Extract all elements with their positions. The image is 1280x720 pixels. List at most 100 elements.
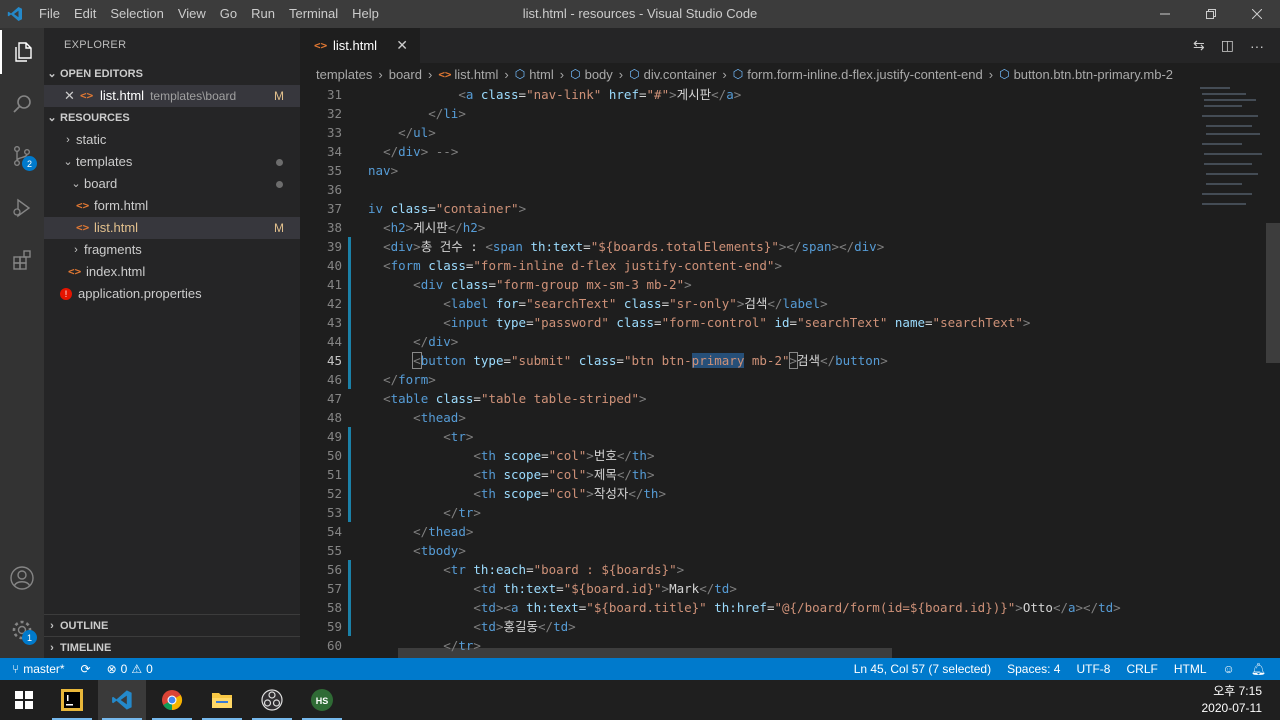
resources-header[interactable]: ⌄ RESOURCES [44,107,300,129]
line-number: 53 [326,505,342,520]
open-editor-item[interactable]: ✕ <> list.html templates\board M [44,85,300,107]
obs-app-icon[interactable] [248,680,296,720]
chrome-app-icon[interactable] [148,680,196,720]
menu-go[interactable]: Go [213,0,244,28]
menu-view[interactable]: View [171,0,213,28]
menu-bar: File Edit Selection View Go Run Terminal… [32,0,386,28]
code-line: <td><a th:text="${board.title}" th:href=… [473,600,1121,615]
git-change-marker [348,617,351,636]
account-icon[interactable] [0,556,44,600]
breadcrumb-item[interactable]: board [389,67,422,82]
breadcrumb-item[interactable]: div.container [644,67,717,82]
html-file-icon: <> [76,199,90,212]
html-file-icon: <> [80,89,94,102]
git-change-marker [348,579,351,598]
eol-status[interactable]: CRLF [1118,662,1165,676]
git-change-marker [348,560,351,579]
menu-file[interactable]: File [32,0,67,28]
breadcrumb-item[interactable]: html [529,67,554,82]
language-mode[interactable]: HTML [1166,662,1215,676]
code-line: <h2>게시판</h2> [383,220,486,235]
menu-terminal[interactable]: Terminal [282,0,345,28]
close-window-button[interactable] [1234,0,1280,28]
explorer-files-icon[interactable] [0,30,44,74]
editor-actions: ⇆ ◫ ··· [1193,28,1264,63]
outline-header[interactable]: › OUTLINE [44,614,300,636]
open-changes-icon[interactable]: ⇆ [1193,37,1205,54]
breadcrumb-item[interactable]: templates [316,67,372,82]
tree-label: templates [76,154,133,169]
outline-label: OUTLINE [60,619,109,632]
source-control-icon[interactable]: 2 [0,134,44,178]
code-editor[interactable]: 31 <a class="nav-link" href="#">게시판</a> … [300,85,1280,658]
tree-item-index-html[interactable]: <> index.html [44,261,300,283]
menu-edit[interactable]: Edit [67,0,103,28]
code-line: <button type="submit" class="btn btn-pri… [412,352,888,369]
tree-item-list-html[interactable]: <> list.html M [44,217,300,239]
breadcrumb-item[interactable]: body [585,67,613,82]
vertical-scrollbar[interactable] [1266,223,1280,363]
tree-item-static[interactable]: › static [44,129,300,151]
breadcrumb-item[interactable]: list.html [454,67,498,82]
sync-button[interactable]: ⟳ [73,662,99,676]
feedback-icon[interactable]: ☺ [1215,662,1243,676]
more-actions-icon[interactable]: ··· [1250,38,1264,54]
minimize-button[interactable] [1142,0,1188,28]
close-tab-icon[interactable]: ✕ [396,37,408,54]
cursor-position[interactable]: Ln 45, Col 57 (7 selected) [846,662,999,676]
warning-icon: ⚠ [131,662,143,676]
tree-item-fragments[interactable]: › fragments [44,239,300,261]
tree-item-board[interactable]: ⌄ board [44,173,300,195]
file-explorer-app-icon[interactable] [198,680,246,720]
title-bar: File Edit Selection View Go Run Terminal… [0,0,1280,28]
menu-selection[interactable]: Selection [103,0,170,28]
problems-status[interactable]: ⊗ 0 ⚠ 0 [99,662,161,676]
line-number: 44 [326,334,342,349]
split-editor-icon[interactable]: ◫ [1221,37,1234,54]
git-change-marker [348,275,351,294]
run-debug-icon[interactable] [0,186,44,230]
indentation-status[interactable]: Spaces: 4 [999,662,1068,676]
restore-button[interactable] [1188,0,1234,28]
line-number: 37 [326,201,342,216]
settings-gear-icon[interactable]: 1 [0,608,44,652]
code-line: <tr th:each="board : ${boards}"> [443,562,685,577]
encoding-status[interactable]: UTF-8 [1068,662,1118,676]
git-branch-status[interactable]: ⑂ master* [0,662,73,676]
code-line: <td>홍길동</td> [473,619,576,634]
line-number: 35 [326,163,342,178]
notifications-bell-icon[interactable]: 🔔︎ [1243,662,1280,676]
tab-list-html[interactable]: <> list.html ✕ [300,28,420,63]
windows-taskbar: HS 오후 7:15 2020-07-11 [0,680,1280,720]
open-editors-header[interactable]: ⌄ OPEN EDITORS [44,63,300,85]
search-icon[interactable] [0,82,44,126]
html-file-icon: <> [68,265,82,278]
breadcrumb-item[interactable]: button.btn.btn-primary.mb-2 [1014,67,1173,82]
code-line: <form class="form-inline d-flex justify-… [383,258,782,273]
menu-run[interactable]: Run [244,0,282,28]
vscode-app-icon[interactable] [98,680,146,720]
properties-file-icon: ! [60,288,72,300]
menu-help[interactable]: Help [345,0,386,28]
code-line: <input type="password" class="form-contr… [443,315,1031,330]
tree-item-templates[interactable]: ⌄ templates [44,151,300,173]
breadcrumb-item[interactable]: form.form-inline.d-flex.justify-content-… [747,67,983,82]
close-icon[interactable]: ✕ [64,85,80,107]
line-number: 42 [326,296,342,311]
windows-start-icon[interactable] [0,680,48,720]
intellij-app-icon[interactable] [48,680,96,720]
hs-app-icon[interactable]: HS [298,680,346,720]
tree-item-form-html[interactable]: <> form.html [44,195,300,217]
timeline-header[interactable]: › TIMELINE [44,636,300,658]
git-change-marker [348,351,351,370]
system-clock[interactable]: 오후 7:15 2020-07-11 [1202,683,1263,717]
minimap[interactable] [1196,85,1266,215]
code-line: </li> [428,106,466,121]
extensions-icon[interactable] [0,238,44,282]
tree-item-application-properties[interactable]: ! application.properties [44,283,300,305]
line-number: 32 [326,106,342,121]
horizontal-scrollbar[interactable] [398,648,892,658]
symbol-icon: ⬡ [514,67,526,81]
git-change-marker [348,313,351,332]
settings-badge: 1 [22,630,37,645]
